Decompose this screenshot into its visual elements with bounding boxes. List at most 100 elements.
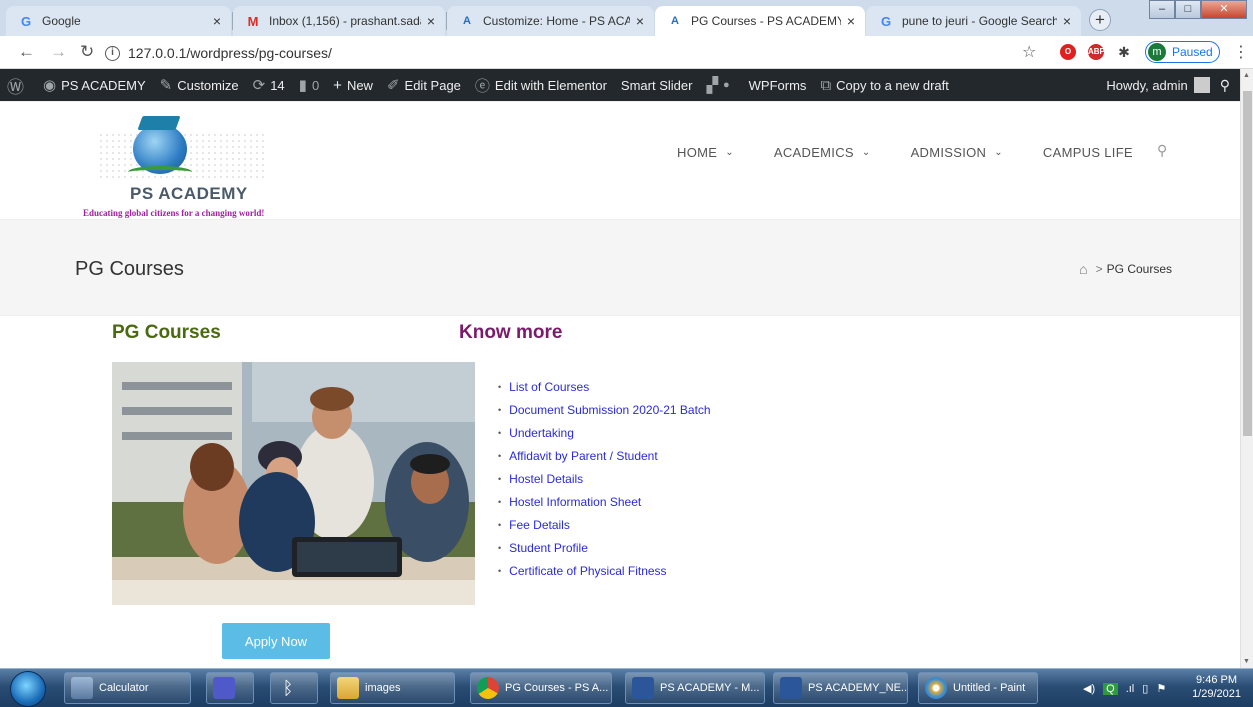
browser-tab-strip: G Google × M Inbox (1,156) - prashant.sa… bbox=[0, 0, 1253, 36]
start-button[interactable] bbox=[10, 671, 46, 707]
taskbar-bluetooth[interactable]: ᛒ bbox=[270, 672, 318, 704]
list-item[interactable]: • Hostel Details bbox=[498, 471, 711, 494]
taskbar-calculator[interactable]: Calculator bbox=[64, 672, 191, 704]
opera-extension-icon[interactable]: O bbox=[1060, 44, 1076, 60]
profile-button[interactable]: m Paused bbox=[1145, 41, 1220, 63]
new-tab-button[interactable]: + bbox=[1089, 9, 1111, 31]
breadcrumb: ⌂ > PG Courses bbox=[1079, 261, 1172, 277]
new-content-link[interactable]: + New bbox=[326, 69, 380, 101]
elementor-link[interactable]: ⓔ Edit with Elementor bbox=[468, 69, 614, 101]
nav-label: CAMPUS LIFE bbox=[1042, 145, 1133, 160]
wordpress-icon: Ⓦ bbox=[7, 77, 24, 97]
comments-link[interactable]: ▮ 0 bbox=[292, 69, 327, 101]
list-item[interactable]: • Undertaking bbox=[498, 425, 711, 448]
scroll-down-arrow-icon[interactable]: ▼ bbox=[1243, 658, 1250, 665]
admin-account[interactable]: Howdy, admin ⚲ bbox=[1106, 69, 1230, 101]
updates-link[interactable]: ⟳ 14 bbox=[246, 69, 292, 101]
nav-item-admission[interactable]: ADMISSION ⌄ bbox=[911, 145, 1003, 160]
wp-logo-button[interactable]: Ⓦ bbox=[0, 69, 36, 101]
forward-arrow-icon[interactable]: → bbox=[50, 42, 67, 62]
nav-item-campus-life[interactable]: CAMPUS LIFE bbox=[1043, 145, 1133, 160]
home-icon[interactable]: ⌂ bbox=[1079, 261, 1087, 277]
close-tab-icon[interactable]: × bbox=[1063, 13, 1071, 29]
antivirus-icon[interactable]: Q bbox=[1103, 682, 1118, 695]
battery-icon[interactable]: ▯ bbox=[1142, 682, 1148, 695]
link-hostel-details[interactable]: Hostel Details bbox=[509, 471, 583, 494]
bullet-icon: • bbox=[498, 451, 502, 461]
list-item[interactable]: • Student Profile bbox=[498, 540, 711, 563]
paint-icon bbox=[925, 677, 947, 699]
smart-slider-link[interactable]: Smart Slider bbox=[614, 69, 700, 101]
taskbar-teams[interactable] bbox=[206, 672, 254, 704]
list-item[interactable]: • Fee Details bbox=[498, 517, 711, 540]
nav-item-home[interactable]: HOME ⌄ bbox=[677, 145, 734, 160]
word-icon bbox=[632, 677, 654, 699]
link-document-submission[interactable]: Document Submission 2020-21 Batch bbox=[509, 402, 710, 425]
url-text: 127.0.0.1/wordpress/pg-courses/ bbox=[128, 45, 332, 61]
tab-title: Inbox (1,156) - prashant.sadaph bbox=[269, 14, 421, 28]
chevron-down-icon: ⌄ bbox=[861, 147, 871, 158]
flag-icon[interactable]: ⚑ bbox=[1156, 682, 1166, 695]
taskbar-chrome[interactable]: PG Courses - PS A... bbox=[470, 672, 612, 704]
yoast-link[interactable]: ▞ ● bbox=[699, 69, 741, 101]
apply-now-button[interactable]: Apply Now bbox=[222, 623, 330, 659]
list-item[interactable]: • Certificate of Physical Fitness bbox=[498, 563, 711, 586]
edit-page-link[interactable]: ✐ Edit Page bbox=[380, 69, 468, 101]
browser-tab-google[interactable]: G Google × bbox=[6, 6, 231, 36]
info-icon[interactable]: i bbox=[105, 45, 120, 61]
chrome-menu-icon[interactable]: ⋮ bbox=[1233, 42, 1249, 62]
list-item[interactable]: • Hostel Information Sheet bbox=[498, 494, 711, 517]
link-undertaking[interactable]: Undertaking bbox=[509, 425, 574, 448]
address-bar[interactable]: i 127.0.0.1/wordpress/pg-courses/ bbox=[105, 41, 1055, 65]
link-affidavit[interactable]: Affidavit by Parent / Student bbox=[509, 448, 658, 471]
reload-icon[interactable]: ↻ bbox=[80, 42, 94, 62]
copy-draft-link[interactable]: ⧉ Copy to a new draft bbox=[813, 69, 955, 101]
link-list-of-courses[interactable]: List of Courses bbox=[509, 379, 589, 402]
link-hostel-information-sheet[interactable]: Hostel Information Sheet bbox=[509, 494, 641, 517]
list-item[interactable]: • Affidavit by Parent / Student bbox=[498, 448, 711, 471]
close-window-button[interactable]: ✕ bbox=[1201, 0, 1247, 19]
bookmark-star-icon[interactable]: ☆ bbox=[1022, 42, 1036, 62]
scroll-thumb[interactable] bbox=[1243, 91, 1252, 436]
customize-link[interactable]: ✎ Customize bbox=[153, 69, 246, 101]
network-icon[interactable]: .ıl bbox=[1126, 683, 1135, 695]
page-scrollbar[interactable]: ▲ ▼ bbox=[1240, 69, 1253, 668]
word-icon bbox=[780, 677, 802, 699]
taskbar-word-1[interactable]: PS ACADEMY - M... bbox=[625, 672, 765, 704]
back-arrow-icon[interactable]: ← bbox=[18, 42, 35, 62]
comments-count: 0 bbox=[311, 77, 320, 93]
close-tab-icon[interactable]: × bbox=[636, 13, 644, 29]
nav-item-academics[interactable]: ACADEMICS ⌄ bbox=[774, 145, 871, 160]
list-item[interactable]: • Document Submission 2020-21 Batch bbox=[498, 402, 711, 425]
close-tab-icon[interactable]: × bbox=[213, 13, 221, 29]
comment-icon: ▮ bbox=[298, 77, 307, 94]
close-tab-icon[interactable]: × bbox=[847, 13, 855, 29]
search-icon[interactable]: ⚲ bbox=[1157, 142, 1167, 159]
taskbar-word-2[interactable]: PS ACADEMY_NE... bbox=[773, 672, 908, 704]
site-name-link[interactable]: ◉ PS ACADEMY bbox=[36, 69, 153, 101]
howdy-label: Howdy, admin bbox=[1106, 77, 1188, 93]
link-certificate-physical-fitness[interactable]: Certificate of Physical Fitness bbox=[509, 563, 666, 586]
scroll-up-arrow-icon[interactable]: ▲ bbox=[1243, 72, 1250, 79]
page-header-band: PG Courses ⌂ > PG Courses bbox=[0, 219, 1240, 316]
search-icon[interactable]: ⚲ bbox=[1220, 77, 1230, 94]
browser-tab-customize[interactable]: A Customize: Home - PS ACADEM × bbox=[447, 6, 654, 36]
extensions-puzzle-icon[interactable]: ✱ bbox=[1116, 44, 1132, 60]
link-fee-details[interactable]: Fee Details bbox=[509, 517, 570, 540]
taskbar-clock[interactable]: 9:46 PM 1/29/2021 bbox=[1192, 673, 1241, 701]
minimize-button[interactable]: – bbox=[1149, 0, 1175, 19]
updates-icon: ⟳ bbox=[252, 77, 266, 94]
browser-tab-google-search[interactable]: G pune to jeuri - Google Search × bbox=[866, 6, 1081, 36]
taskbar-paint[interactable]: Untitled - Paint bbox=[918, 672, 1038, 704]
site-logo[interactable]: PS ACADEMY Educating global citizens for… bbox=[68, 114, 308, 219]
browser-tab-gmail[interactable]: M Inbox (1,156) - prashant.sadaph × bbox=[233, 6, 445, 36]
maximize-button[interactable]: □ bbox=[1175, 0, 1201, 19]
browser-tab-pg-courses[interactable]: A PG Courses - PS ACADEMY × bbox=[655, 6, 865, 36]
list-item[interactable]: • List of Courses bbox=[498, 379, 711, 402]
wpforms-link[interactable]: WPForms bbox=[742, 69, 814, 101]
link-student-profile[interactable]: Student Profile bbox=[509, 540, 588, 563]
taskbar-images-folder[interactable]: images bbox=[330, 672, 455, 704]
close-tab-icon[interactable]: × bbox=[427, 13, 435, 29]
volume-icon[interactable]: ◀) bbox=[1083, 682, 1095, 695]
adblock-extension-icon[interactable]: ABP bbox=[1088, 44, 1105, 60]
